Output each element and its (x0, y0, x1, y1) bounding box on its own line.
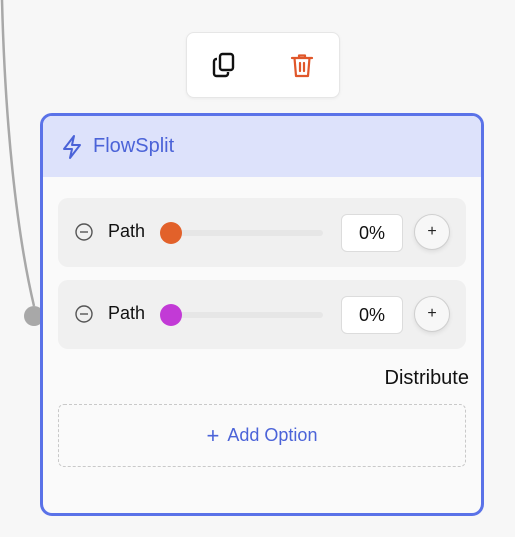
path-row: Path 0% + (58, 198, 466, 267)
distribute-button[interactable]: Distribute (385, 367, 469, 390)
percent-input[interactable]: 0% (341, 296, 403, 334)
path-label: Path (108, 303, 146, 323)
path-label: Path (108, 221, 146, 241)
path-weight-slider[interactable] (160, 304, 323, 326)
node-toolbar (186, 32, 340, 98)
minus-circle-icon (75, 223, 93, 241)
remove-path-button[interactable] (74, 222, 94, 242)
path-weight-slider[interactable] (160, 222, 323, 244)
increment-button[interactable]: + (414, 296, 450, 332)
lightning-icon (63, 134, 81, 159)
delete-button[interactable] (287, 50, 317, 80)
node-title: FlowSplit (93, 135, 175, 157)
percent-input[interactable]: 0% (341, 214, 403, 252)
plus-icon: + (206, 422, 220, 448)
increment-button[interactable]: + (414, 214, 450, 250)
trash-icon (290, 54, 314, 78)
duplicate-button[interactable] (209, 50, 239, 80)
path-row: Path 0% + (58, 280, 466, 349)
node-header: FlowSplit (43, 116, 481, 177)
copy-icon (212, 52, 235, 78)
slider-thumb[interactable] (160, 304, 182, 326)
minus-circle-icon (75, 305, 93, 323)
flowsplit-node[interactable]: FlowSplit Path 0% + Path 0% + Distribute… (40, 113, 484, 516)
remove-path-button[interactable] (74, 304, 94, 324)
add-option-button[interactable]: + Add Option (58, 404, 466, 467)
slider-thumb[interactable] (160, 222, 182, 244)
add-option-label: Add Option (227, 425, 318, 445)
